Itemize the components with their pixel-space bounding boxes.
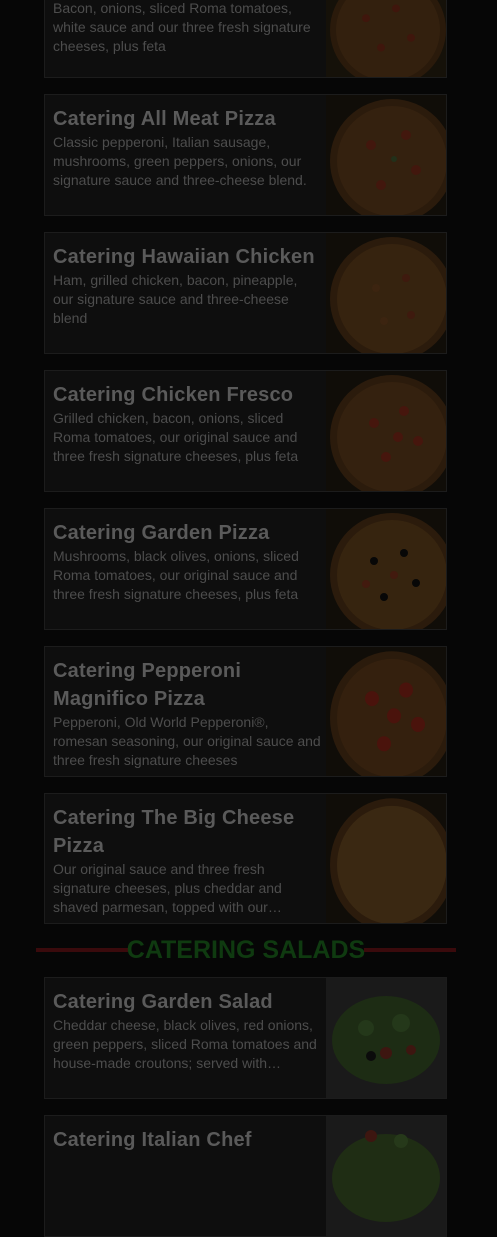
- menu-item-title[interactable]: Catering Hawaiian Chicken: [53, 243, 321, 271]
- menu-item-card[interactable]: Catering Pepperoni Magnifico Pizza Peppe…: [44, 646, 447, 777]
- menu-item-card[interactable]: Catering All Meat Pizza Classic pepperon…: [44, 94, 447, 216]
- menu-item-card[interactable]: Catering Hawaiian Chicken Ham, grilled c…: [44, 232, 447, 354]
- menu-item-description: Pepperoni, Old World Pepperoni®, romesan…: [53, 714, 321, 768]
- menu-item-card[interactable]: Bacon, onions, sliced Roma tomatoes, whi…: [44, 0, 447, 78]
- menu-item-card[interactable]: Catering Garden Salad Cheddar cheese, bl…: [44, 977, 447, 1099]
- menu-item-description: Our original sauce and three fresh signa…: [53, 861, 282, 915]
- menu-item-title[interactable]: Catering All Meat Pizza: [53, 105, 321, 133]
- menu-item-description: Mushrooms, black olives, onions, sliced …: [53, 548, 299, 602]
- menu-item-title[interactable]: Catering The Big Cheese Pizza: [53, 804, 321, 860]
- pizza-image: [326, 371, 446, 491]
- menu-item-description: Grilled chicken, bacon, onions, sliced R…: [53, 410, 299, 464]
- menu-item-card[interactable]: Catering Italian Chef: [44, 1115, 447, 1237]
- pizza-image: [326, 794, 446, 923]
- menu-item-card[interactable]: Catering Chicken Fresco Grilled chicken,…: [44, 370, 447, 492]
- pizza-image: [326, 95, 446, 215]
- menu-item-title[interactable]: Catering Pepperoni Magnifico Pizza: [53, 657, 321, 713]
- pizza-image: [326, 647, 446, 776]
- pizza-image: [326, 233, 446, 353]
- menu-item-description: Bacon, onions, sliced Roma tomatoes, whi…: [53, 0, 311, 54]
- salad-image: [326, 1116, 446, 1236]
- menu-item-description: Classic pepperoni, Italian sausage, mush…: [53, 134, 307, 188]
- menu-item-description: Cheddar cheese, black olives, red onions…: [53, 1017, 317, 1071]
- section-title: CATERING SALADS: [126, 936, 366, 964]
- menu-item-card[interactable]: Catering The Big Cheese Pizza Our origin…: [44, 793, 447, 924]
- menu-item-card[interactable]: Catering Garden Pizza Mushrooms, black o…: [44, 508, 447, 630]
- pizza-image: [326, 0, 446, 77]
- pizza-image: [326, 509, 446, 629]
- salad-image: [326, 978, 446, 1098]
- section-header: CATERING SALADS: [36, 935, 456, 965]
- menu-item-title[interactable]: Catering Chicken Fresco: [53, 381, 321, 409]
- menu-item-title[interactable]: Catering Italian Chef: [53, 1126, 321, 1154]
- menu-item-description: Ham, grilled chicken, bacon, pineapple, …: [53, 272, 298, 326]
- menu-item-title[interactable]: Catering Garden Pizza: [53, 519, 321, 547]
- menu-item-title[interactable]: Catering Garden Salad: [53, 988, 321, 1016]
